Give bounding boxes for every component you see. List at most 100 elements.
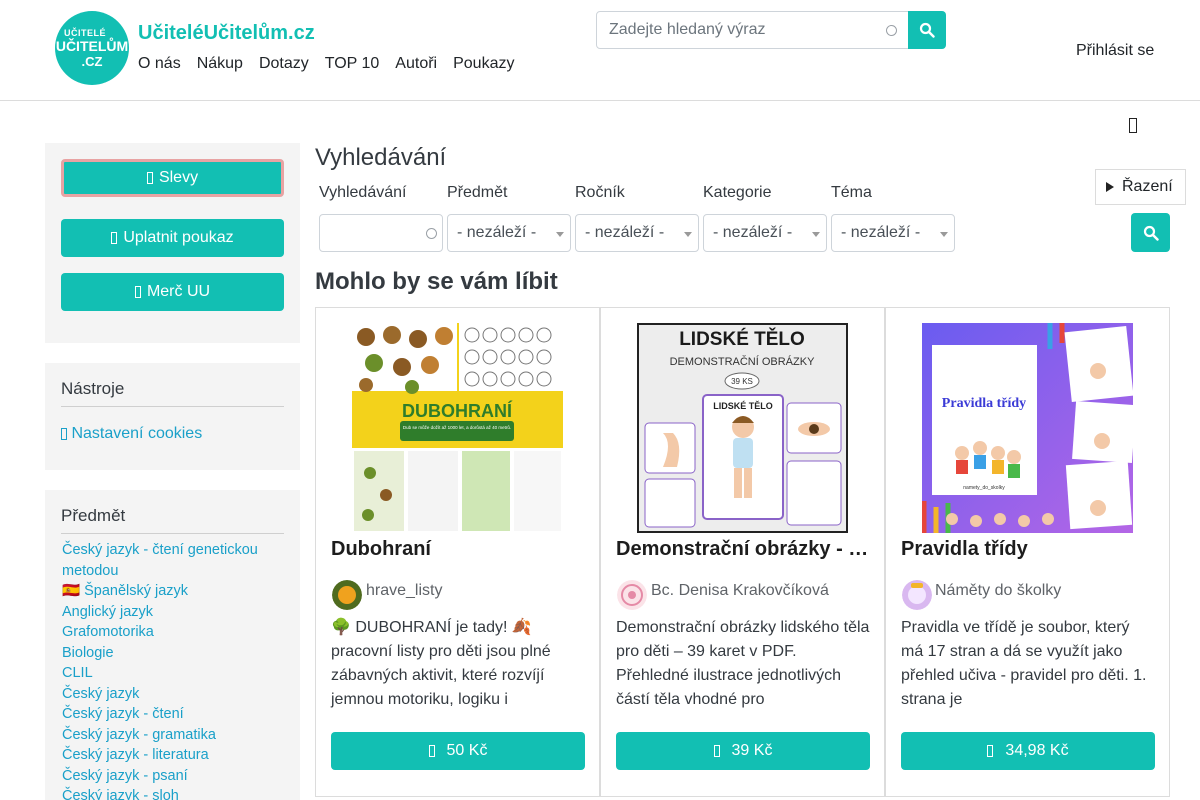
bookmark-icon[interactable] [1129,118,1137,133]
thumbnail-heading: LIDSKÉ TĚLO [679,328,805,350]
subject-link[interactable]: Český jazyk - psaní [62,766,284,787]
thumbnail-count: 39 KS [731,377,753,386]
nav-top10[interactable]: TOP 10 [325,55,380,73]
add-to-cart-button[interactable]: 34,98 Kč [901,732,1155,770]
merch-label: Merč UU [146,283,211,300]
subject-link[interactable]: Český jazyk - gramatika [62,725,284,746]
ticket-icon [111,232,118,244]
subject-link[interactable]: Český jazyk - čtení genetickou metodou [62,540,284,581]
author-avatar[interactable] [617,580,647,610]
subject-link[interactable]: Grafomotorika [62,622,284,643]
sidebar-tools: Nástroje Nastavení cookies [45,363,300,470]
thumbnail-card-title: LIDSKÉ TĚLO [713,400,773,411]
product-thumbnail[interactable]: DUBOHRANÍ Dub se může dožít až 1000 let,… [352,323,563,533]
tools-title: Nástroje [61,379,284,407]
site-header: UČITELÉ UČITELŮM .CZ UčiteléUčitelům.cz … [0,0,1200,101]
input-status-icon [426,228,437,239]
add-to-cart-button[interactable]: 39 Kč [616,732,870,770]
subject-link[interactable]: 🇪🇸 Španělský jazyk [62,581,284,602]
author-name[interactable]: hrave_listy [366,582,442,600]
subject-link[interactable]: CLIL [62,663,284,684]
nav-shopping[interactable]: Nákup [197,55,243,73]
filter-search-input[interactable] [319,214,443,252]
filter-category-select[interactable]: - nezáleží - [703,214,827,252]
filter-subject-label: Předmět [447,184,508,201]
product-title[interactable]: Demonstrační obrázky - lidské tělo [616,538,871,561]
subject-link[interactable]: Český jazyk - sloh [62,786,284,800]
chevron-down-icon [812,232,820,237]
nav-about[interactable]: O nás [138,55,181,73]
merch-button[interactable]: Merč UU [61,273,284,311]
product-description: 🌳 DUBOHRANÍ je tady! 🍂 pracovní listy pr… [331,619,551,708]
product-title[interactable]: Dubohraní [331,538,586,561]
search-icon [1143,225,1159,241]
thumbnail-sub-text: Dub se může dožít až 1000 let, a dorůstá… [403,424,511,430]
filter-topic-select[interactable]: - nezáleží - [831,214,955,252]
filter-subject-value: - nezáleží - [457,224,537,241]
author-name[interactable]: Bc. Denisa Krakovčíková [651,582,829,600]
product-description: Demonstrační obrázky lidského těla pro d… [616,619,870,708]
chevron-down-icon [556,232,564,237]
tag-icon [146,172,153,184]
discounts-button[interactable]: Slevy [61,159,284,197]
main-nav: O nás Nákup Dotazy TOP 10 Autoři Poukazy [138,55,514,73]
subject-link[interactable]: Český jazyk [62,684,284,705]
page-title: Vyhledávání [315,144,447,171]
header-search-button[interactable] [908,11,946,49]
product-card[interactable]: Pravidla třídy namety_do_skolky Pravidla… [885,307,1170,797]
product-card[interactable]: LIDSKÉ TĚLO DEMONSTRAČNÍ OBRÁZKY 39 KS L… [600,307,885,797]
product-card[interactable]: DUBOHRANÍ Dub se může dožít až 1000 let,… [315,307,600,797]
nav-authors[interactable]: Autoři [395,55,437,73]
filter-grade-select[interactable]: - nezáleží - [575,214,699,252]
thumbnail-sub-text: DEMONSTRAČNÍ OBRÁZKY [670,355,816,368]
product-price: 34,98 Kč [1005,742,1069,759]
author-avatar[interactable] [332,580,362,610]
sidebar-actions: Slevy Uplatnit poukaz Merč UU [45,143,300,343]
logo-line-2: UČITELŮM [55,37,129,54]
disclosure-triangle-icon [1106,182,1114,192]
input-status-icon [886,25,897,36]
subjects-title: Předmět [61,506,284,534]
cookie-settings-link[interactable]: Nastavení cookies [61,425,202,443]
product-title[interactable]: Pravidla třídy [901,538,1156,561]
subject-link[interactable]: Český jazyk - literatura [62,745,284,766]
product-price: 39 Kč [731,742,773,759]
thumbnail-banner-text: DUBOHRANÍ [402,400,513,421]
site-logo[interactable]: UČITELÉ UČITELŮM .CZ [55,11,129,85]
cart-icon [987,745,994,757]
product-thumbnail[interactable]: Pravidla třídy namety_do_skolky [922,323,1133,533]
search-icon [919,22,935,38]
sort-label: Řazení [1122,178,1173,195]
filter-subject-select[interactable]: - nezáleží - [447,214,571,252]
sort-toggle[interactable]: Řazení [1095,169,1186,205]
product-description: Pravidla ve třídě je soubor, který má 17… [901,619,1147,708]
cart-icon [428,745,435,757]
header-search-input[interactable] [597,12,867,48]
recommendations-title: Mohlo by se vám líbit [315,268,558,295]
filter-category-value: - nezáleží - [713,224,793,241]
product-price: 50 Kč [446,742,488,759]
subject-link[interactable]: Český jazyk - čtení [62,704,284,725]
product-thumbnail[interactable]: LIDSKÉ TĚLO DEMONSTRAČNÍ OBRÁZKY 39 KS L… [637,323,848,533]
login-link[interactable]: Přihlásit se [1076,42,1154,60]
logo-line-3: .CZ [81,53,103,69]
subject-link[interactable]: Anglický jazyk [62,602,284,623]
filter-grade-label: Ročník [575,184,625,201]
logo-line-1: UČITELÉ [63,27,106,38]
filter-search-label: Vyhledávání [319,184,407,201]
add-to-cart-button[interactable]: 50 Kč [331,732,585,770]
chevron-down-icon [684,232,692,237]
author-avatar[interactable] [902,580,932,610]
header-search [596,11,909,49]
cart-icon [713,745,720,757]
nav-vouchers[interactable]: Poukazy [453,55,514,73]
filter-search-button[interactable] [1131,213,1170,252]
filter-topic-value: - nezáleží - [841,224,921,241]
subject-link[interactable]: Biologie [62,643,284,664]
site-title[interactable]: UčiteléUčitelům.cz [138,22,315,45]
shirt-icon [134,286,141,298]
apply-voucher-button[interactable]: Uplatnit poukaz [61,219,284,257]
nav-questions[interactable]: Dotazy [259,55,309,73]
apply-voucher-label: Uplatnit poukaz [123,229,234,246]
author-name[interactable]: Náměty do školky [935,582,1061,600]
